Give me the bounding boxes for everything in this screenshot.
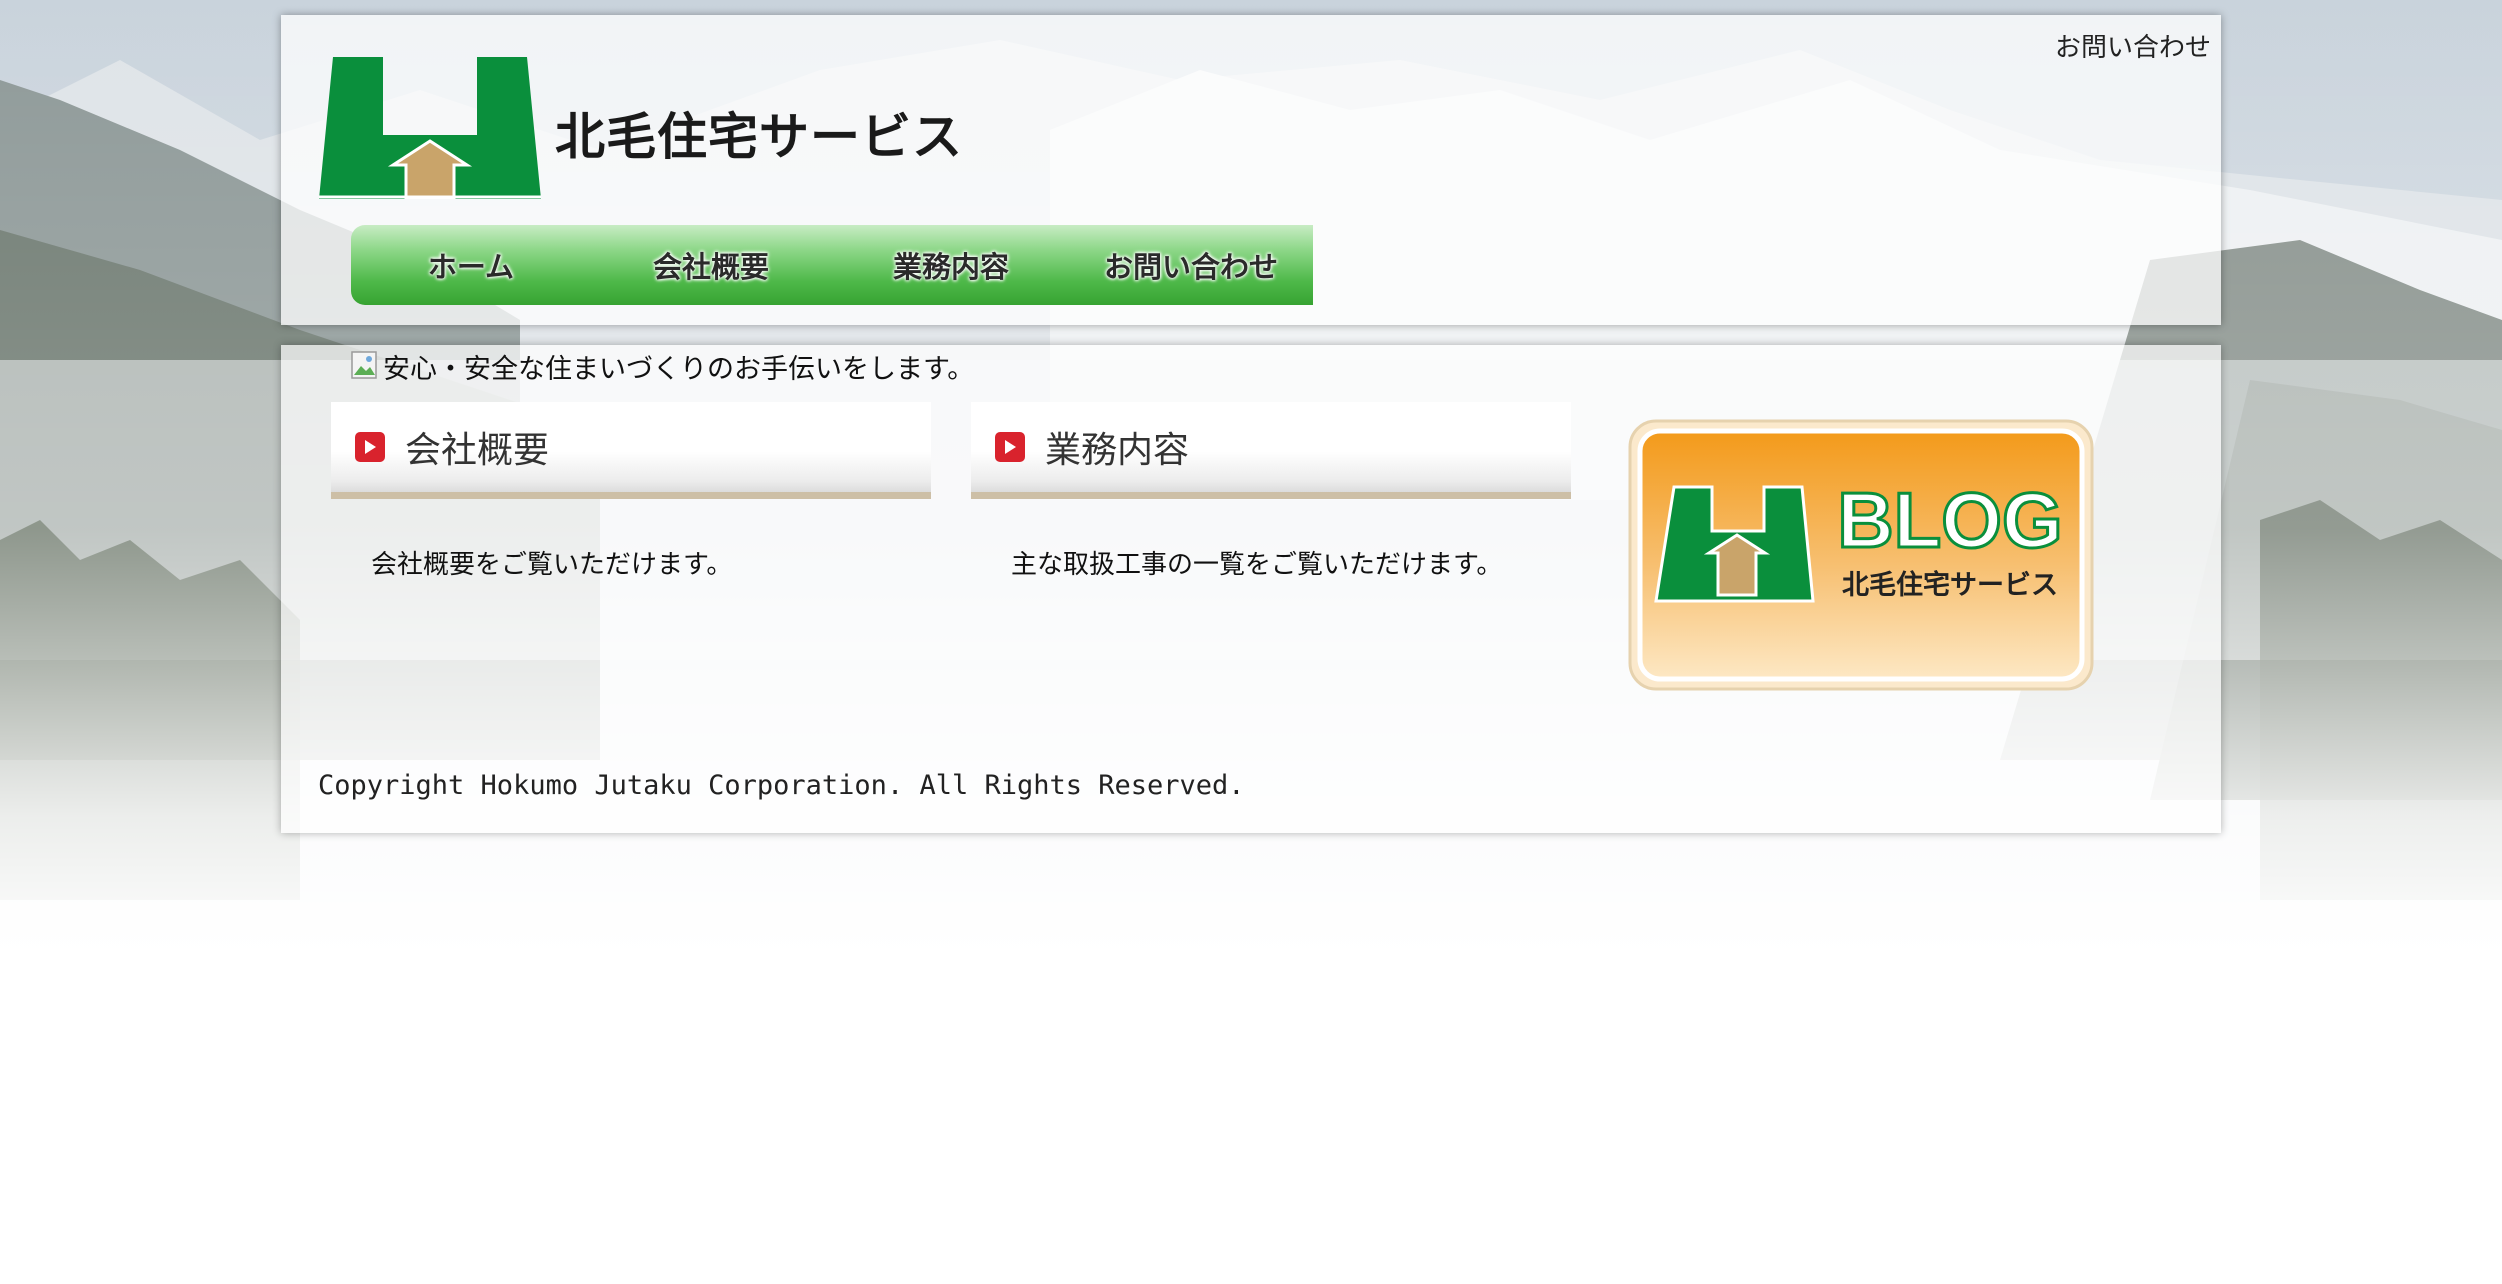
broken-image-icon [351, 350, 383, 383]
play-icon [995, 432, 1025, 462]
main-nav: ホーム 会社概要 業務内容 お問い合わせ [351, 225, 1313, 305]
blog-banner[interactable]: BLOG 北毛住宅サービス [1628, 419, 2094, 691]
nav-item-company[interactable]: 会社概要 [591, 244, 831, 286]
section-company-description: 会社概要をご覧いただけます。 [371, 550, 733, 580]
play-icon [355, 432, 385, 462]
top-contact-link[interactable]: お問い合わせ [2055, 27, 2211, 64]
nav-item-home[interactable]: ホーム [351, 244, 591, 286]
section-services-title: 業務内容 [1045, 430, 1190, 471]
section-services: 業務内容 主な取扱工事の一覧をご覧いただけます。 [971, 402, 1571, 581]
tagline-text: 安心・安全な住まいづくりのお手伝いをします。 [383, 354, 975, 385]
blog-label: BLOG [1837, 476, 2062, 564]
company-logo[interactable] [319, 57, 541, 199]
nav-item-contact[interactable]: お問い合わせ [1071, 244, 1311, 286]
tagline: 安心・安全な住まいづくりのお手伝いをします。 [351, 347, 974, 386]
site-name: 北毛住宅サービス [555, 108, 963, 166]
section-company: 会社概要 会社概要をご覧いただけます。 [331, 402, 931, 581]
section-services-header[interactable]: 業務内容 [971, 402, 1571, 499]
header: お問い合わせ 北毛住宅サービス ホーム 会社概要 業務内容 お問い合わせ [281, 15, 2221, 325]
section-company-header[interactable]: 会社概要 [331, 402, 931, 499]
section-services-description: 主な取扱工事の一覧をご覧いただけます。 [1011, 550, 1503, 580]
copyright: Copyright Hokumo Jutaku Corporation. All… [318, 770, 1245, 801]
main-content: 安心・安全な住まいづくりのお手伝いをします。 会社概要 会社概要をご覧いただけま… [281, 345, 2221, 833]
blog-company-name: 北毛住宅サービス [1842, 569, 2058, 601]
nav-item-services[interactable]: 業務内容 [831, 244, 1071, 286]
section-company-title: 会社概要 [405, 430, 550, 471]
